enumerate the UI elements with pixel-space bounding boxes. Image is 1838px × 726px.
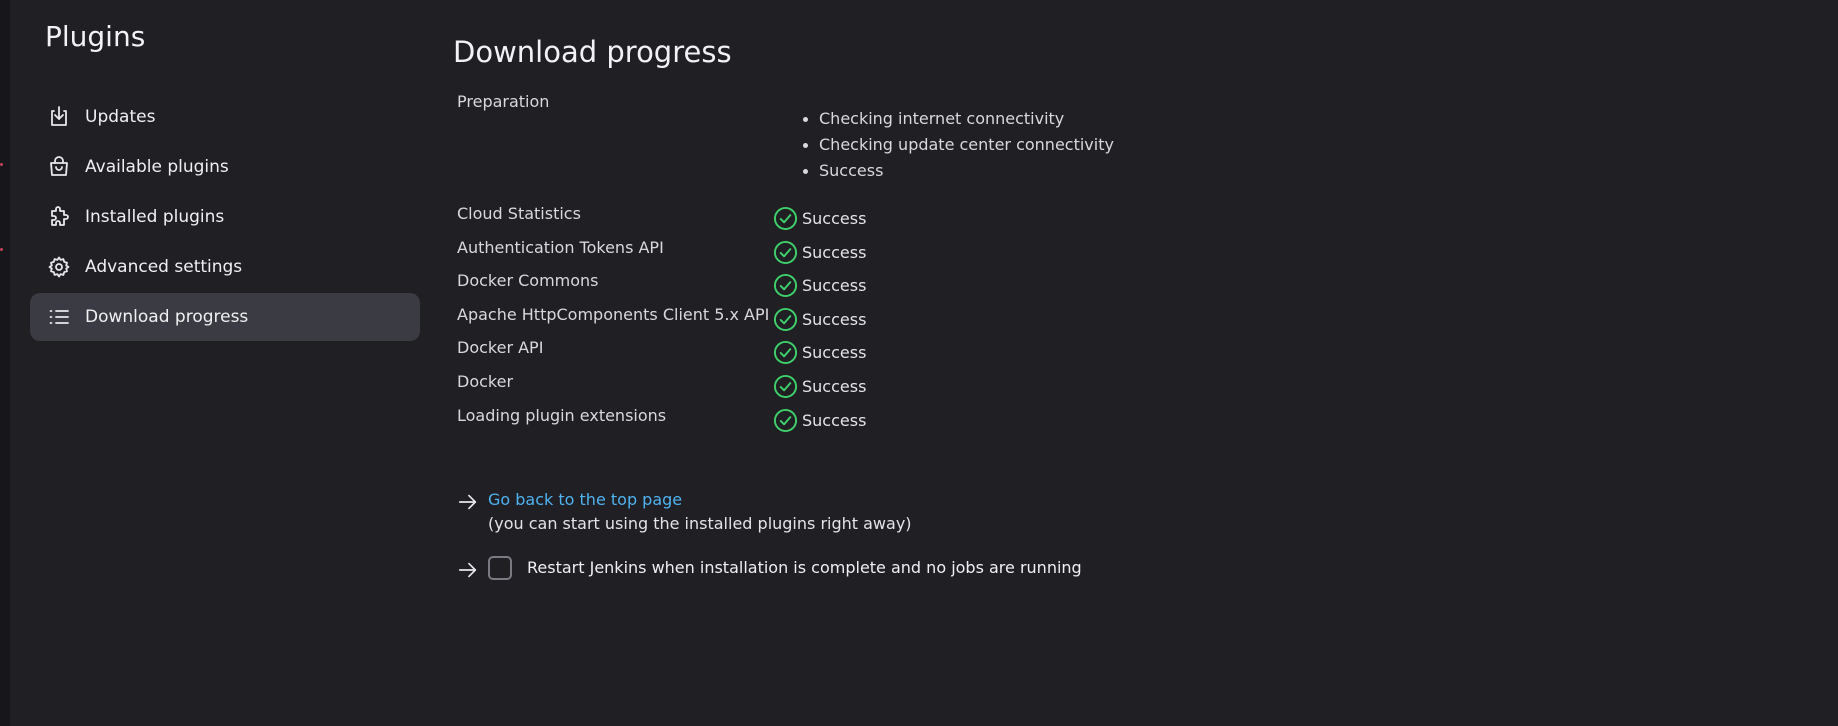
status-text: Success: [802, 376, 867, 396]
plugin-status-table: Cloud Statistics Success Authentication …: [457, 204, 957, 439]
plugin-name: Apache HttpComponents Client 5.x API: [457, 304, 770, 324]
plugin-name: Loading plugin extensions: [457, 405, 667, 425]
status-text: Success: [802, 209, 867, 228]
sidebar-item-label: Download progress: [85, 307, 249, 327]
status-badge: Success: [773, 273, 866, 298]
list-item: Checking internet connectivity: [803, 106, 1114, 132]
status-badge: Success: [773, 206, 866, 231]
plugin-name: Docker API: [457, 338, 544, 358]
status-badge: Success: [773, 240, 866, 265]
sidebar-item-download-progress[interactable]: Download progress: [30, 293, 420, 341]
arrow-right-icon: [458, 562, 477, 578]
sidebar-item-installed-plugins[interactable]: Installed plugins: [30, 193, 420, 241]
check-circle-icon: [773, 206, 798, 231]
window-edge: [0, 0, 10, 726]
sidebar-title: Plugins: [45, 20, 146, 53]
page-title: Download progress: [453, 35, 732, 70]
check-circle-icon: [773, 274, 798, 298]
table-row: Loading plugin extensions Success: [457, 406, 957, 440]
edge-marker: [0, 163, 3, 166]
plugin-name: Docker Commons: [457, 271, 599, 291]
list-item: Checking update center connectivity: [803, 132, 1114, 158]
status-badge: Success: [773, 307, 866, 332]
back-action: Go back to the top page (you can start u…: [457, 490, 912, 533]
plugin-name: Authentication Tokens API: [457, 237, 664, 257]
preparation-steps: Checking internet connectivity Checking …: [803, 106, 1114, 184]
check-circle-icon: [773, 341, 798, 365]
check-circle-icon: [773, 374, 798, 399]
table-row: Docker API Success: [457, 338, 957, 372]
status-badge: Success: [773, 374, 866, 399]
status-badge: Success: [773, 408, 866, 433]
download-icon: [46, 104, 72, 130]
list-icon: [46, 304, 72, 330]
status-text: Success: [802, 276, 867, 296]
restart-checkbox[interactable]: [488, 556, 512, 580]
status-badge: Success: [773, 340, 866, 365]
table-row: Authentication Tokens API Success: [457, 238, 957, 272]
sidebar-item-label: Advanced settings: [85, 257, 243, 277]
status-text: Success: [802, 410, 867, 430]
sidebar-item-label: Updates: [85, 107, 156, 127]
gear-icon: [46, 254, 72, 280]
plugin-name: Cloud Statistics: [457, 204, 581, 223]
edge-marker: [0, 248, 3, 251]
status-text: Success: [802, 309, 867, 329]
sidebar-item-label: Available plugins: [85, 157, 229, 177]
list-item: Success: [803, 158, 1114, 184]
check-circle-icon: [773, 408, 798, 432]
back-link-note: (you can start using the installed plugi…: [488, 514, 912, 533]
sidebar-item-available-plugins[interactable]: Available plugins: [30, 143, 420, 191]
sidebar-item-updates[interactable]: Updates: [30, 93, 420, 141]
table-row: Cloud Statistics Success: [457, 204, 957, 238]
sidebar-item-label: Installed plugins: [85, 207, 225, 227]
check-circle-icon: [773, 240, 798, 264]
restart-checkbox-label[interactable]: Restart Jenkins when installation is com…: [527, 558, 1082, 577]
preparation-label: Preparation: [457, 92, 550, 111]
sidebar-nav: Updates Available plugins Installed plug…: [30, 93, 420, 343]
plugin-name: Docker: [457, 371, 514, 391]
status-text: Success: [802, 343, 867, 363]
check-circle-icon: [773, 307, 798, 331]
arrow-right-icon: [458, 494, 477, 510]
restart-action: Restart Jenkins when installation is com…: [457, 556, 1082, 581]
shopping-bag-icon: [46, 154, 72, 180]
puzzle-icon: [46, 204, 72, 230]
sidebar-item-advanced-settings[interactable]: Advanced settings: [30, 243, 420, 291]
table-row: Docker Success: [457, 372, 957, 406]
table-row: Docker Commons Success: [457, 271, 957, 305]
status-text: Success: [802, 242, 867, 262]
back-to-top-link[interactable]: Go back to the top page: [488, 490, 682, 509]
table-row: Apache HttpComponents Client 5.x API Suc…: [457, 305, 957, 339]
